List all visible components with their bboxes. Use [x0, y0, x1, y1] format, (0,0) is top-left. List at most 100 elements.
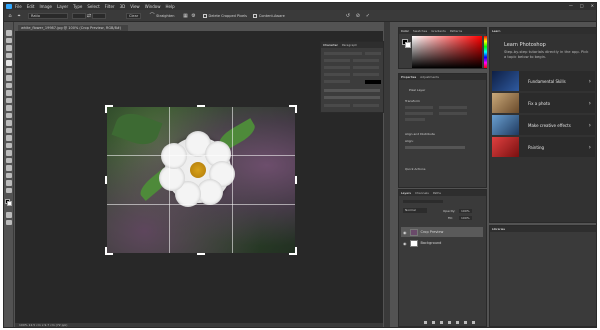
move-tool-icon[interactable]: [5, 30, 12, 36]
tab-layers[interactable]: Layers: [401, 191, 411, 195]
crop-handle-top-right[interactable]: [295, 105, 297, 113]
history-brush-tool-icon[interactable]: [5, 105, 12, 111]
new-layer-icon[interactable]: [464, 321, 467, 324]
crop-handle-top-left[interactable]: [105, 105, 107, 113]
document-tab[interactable]: white_flower_19987.jpg @ 100% (Crop Prev…: [18, 24, 128, 31]
tab-gradients[interactable]: Gradients: [431, 29, 446, 33]
quick-actions-label[interactable]: Quick Actions: [405, 167, 425, 171]
adjustment-layer-icon[interactable]: [448, 321, 451, 324]
background-color-swatch[interactable]: [7, 201, 12, 206]
frame-tool-icon[interactable]: [5, 67, 12, 73]
tab-libraries[interactable]: Libraries: [492, 227, 505, 231]
content-aware-checkbox[interactable]: [252, 13, 257, 18]
close-icon[interactable]: ✕: [591, 3, 594, 8]
crop-handle-right[interactable]: [295, 176, 297, 184]
hue-slider[interactable]: [484, 36, 487, 68]
layer-row-background[interactable]: ◉ Background: [401, 238, 483, 248]
menu-layer[interactable]: Layer: [57, 4, 68, 9]
gradient-tool-icon[interactable]: [5, 120, 12, 126]
straighten-label[interactable]: Straighten: [156, 14, 174, 18]
antialias-dropdown[interactable]: [353, 104, 379, 107]
commit-check-icon[interactable]: ✓: [365, 13, 371, 19]
crop-handle-top[interactable]: [197, 105, 205, 107]
crop-handle-left[interactable]: [105, 176, 107, 184]
settings-gear-icon[interactable]: ⚙: [191, 13, 197, 19]
brush-tool-icon[interactable]: [5, 90, 12, 96]
cancel-icon[interactable]: ⊘: [355, 13, 361, 19]
link-layers-icon[interactable]: [424, 321, 427, 324]
more-tools-icon[interactable]: [5, 187, 12, 193]
transform-x-field[interactable]: [405, 112, 433, 115]
lesson-fundamental-skills[interactable]: Fundamental Skills ›: [492, 71, 595, 91]
color-swatches[interactable]: [5, 199, 12, 206]
pen-tool-icon[interactable]: [5, 142, 12, 148]
tracking-field[interactable]: [353, 66, 379, 69]
crop-handle-bottom[interactable]: [197, 253, 205, 255]
fill-value[interactable]: 100%: [459, 216, 472, 220]
blend-mode-dropdown[interactable]: Normal: [403, 208, 427, 213]
eyedropper-tool-icon[interactable]: [5, 75, 12, 81]
marquee-tool-icon[interactable]: [5, 37, 12, 43]
layer-mask-icon[interactable]: [440, 321, 443, 324]
eraser-tool-icon[interactable]: [5, 112, 12, 118]
tab-adjustments[interactable]: Adjustments: [420, 75, 439, 79]
language-dropdown[interactable]: [324, 104, 350, 107]
opentype-buttons[interactable]: [324, 96, 380, 99]
width-field[interactable]: [72, 12, 86, 19]
screen-mode-icon[interactable]: [5, 219, 12, 225]
transform-section-label[interactable]: Transform: [405, 99, 420, 103]
menu-edit[interactable]: Edit: [27, 4, 35, 9]
delete-cropped-checkbox[interactable]: [202, 13, 207, 18]
group-icon[interactable]: [456, 321, 459, 324]
lesson-fix-a-photo[interactable]: Fix a photo ›: [492, 93, 595, 113]
lesson-make-creative-effects[interactable]: Make creative effects ›: [492, 115, 595, 135]
tab-color[interactable]: Color: [401, 29, 409, 33]
straighten-icon[interactable]: ⌒: [149, 13, 155, 19]
leading-field[interactable]: [353, 59, 379, 62]
menu-help[interactable]: Help: [165, 4, 174, 9]
tab-character[interactable]: Character: [323, 43, 338, 47]
font-style-field[interactable]: [365, 52, 381, 55]
tab-learn[interactable]: Learn: [492, 29, 500, 33]
align-section-label[interactable]: Align and Distribute: [405, 132, 435, 136]
menu-file[interactable]: File: [15, 4, 22, 9]
blur-tool-icon[interactable]: [5, 127, 12, 133]
maximize-icon[interactable]: □: [580, 3, 584, 8]
quick-select-tool-icon[interactable]: [5, 52, 12, 58]
clone-stamp-tool-icon[interactable]: [5, 97, 12, 103]
reset-icon[interactable]: ↺: [345, 13, 351, 19]
font-family-field[interactable]: [324, 52, 362, 55]
tab-channels[interactable]: Channels: [415, 191, 429, 195]
font-size-field[interactable]: [324, 59, 350, 62]
layer-filter-dropdown[interactable]: [403, 200, 443, 203]
crop-handle-bottom-left[interactable]: [105, 247, 107, 255]
ratio-dropdown[interactable]: Ratio: [28, 12, 68, 19]
menu-type[interactable]: Type: [73, 4, 82, 9]
crop-tool-active-icon[interactable]: [5, 60, 12, 66]
zoom-tool-icon[interactable]: [5, 180, 12, 186]
crop-preview-image[interactable]: [107, 107, 295, 253]
tab-patterns[interactable]: Patterns: [450, 29, 462, 33]
crop-tool-icon[interactable]: ⌖: [16, 13, 22, 19]
healing-tool-icon[interactable]: [5, 82, 12, 88]
visibility-eye-icon[interactable]: ◉: [403, 230, 407, 235]
quick-mask-icon[interactable]: [5, 212, 12, 218]
hand-tool-icon[interactable]: [5, 172, 12, 178]
menu-filter[interactable]: Filter: [105, 4, 115, 9]
crop-handle-bottom-right[interactable]: [295, 247, 297, 255]
type-tool-icon[interactable]: [5, 150, 12, 156]
transform-w-field[interactable]: [405, 106, 433, 109]
text-color-swatch[interactable]: [365, 80, 381, 84]
transform-angle-field[interactable]: [405, 118, 425, 121]
home-icon[interactable]: ⌂: [7, 13, 13, 19]
color-picker-field[interactable]: [412, 36, 482, 68]
menu-image[interactable]: Image: [39, 4, 52, 9]
opacity-value[interactable]: 100%: [459, 209, 472, 213]
dodge-tool-icon[interactable]: [5, 135, 12, 141]
menu-view[interactable]: View: [130, 4, 140, 9]
shape-tool-icon[interactable]: [5, 165, 12, 171]
menu-select[interactable]: Select: [87, 4, 99, 9]
tab-properties[interactable]: Properties: [401, 75, 416, 79]
horizontal-scale-field[interactable]: [353, 73, 379, 76]
overlay-grid-icon[interactable]: ▦: [183, 13, 189, 19]
